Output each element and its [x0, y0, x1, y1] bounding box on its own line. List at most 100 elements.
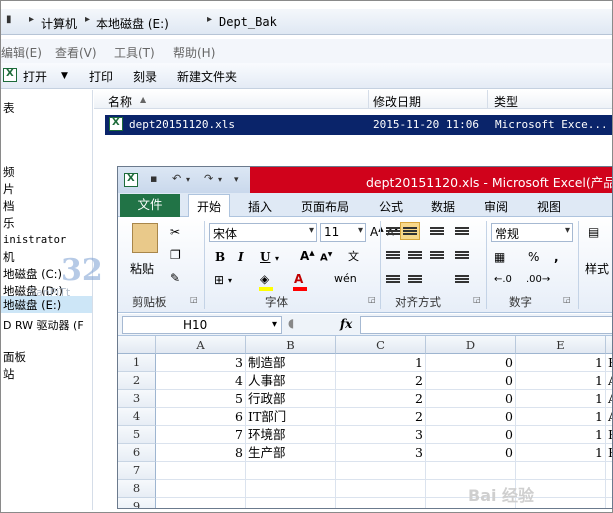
table-cell[interactable]: 3 — [156, 354, 246, 372]
row-header[interactable]: 2 — [118, 372, 156, 390]
file-row[interactable]: dept20151120.xls 2015-11-20 11:06 Micros… — [105, 115, 612, 135]
table-cell[interactable]: 生产部 — [246, 444, 336, 462]
tab-review[interactable]: 审阅 — [484, 198, 508, 215]
table-cell[interactable]: 2 — [336, 408, 426, 426]
table-cell[interactable]: A — [606, 372, 612, 390]
tab-view[interactable]: 视图 — [537, 198, 561, 215]
open-button[interactable]: 打开 — [23, 68, 47, 85]
table-cell[interactable] — [336, 498, 426, 508]
table-cell[interactable]: A — [606, 408, 612, 426]
italic-button[interactable]: I — [238, 250, 244, 264]
table-cell[interactable]: 1 — [516, 390, 606, 408]
table-cell[interactable]: 1 — [336, 354, 426, 372]
row-header[interactable]: 4 — [118, 408, 156, 426]
nav-item[interactable]: 档 — [1, 198, 15, 214]
table-cell[interactable]: 人事部 — [246, 372, 336, 390]
paste-button[interactable]: 粘贴 — [130, 260, 154, 277]
table-cell[interactable]: 2 — [336, 372, 426, 390]
select-all-corner[interactable] — [118, 336, 156, 354]
table-cell[interactable]: 1 — [516, 408, 606, 426]
comma-style-button[interactable]: , — [554, 250, 559, 264]
name-box[interactable]: H10 — [122, 316, 282, 334]
increase-decimal-icon[interactable]: ←.0 — [494, 274, 512, 285]
undo-icon[interactable]: ↶ — [172, 172, 181, 185]
table-cell[interactable]: 3 — [336, 426, 426, 444]
table-cell[interactable]: 0 — [426, 390, 516, 408]
format-painter-icon[interactable]: ✎ — [170, 271, 180, 285]
conditional-format-icon[interactable]: ▤ — [588, 225, 599, 239]
nav-item[interactable]: inistrator — [1, 234, 66, 246]
table-cell[interactable] — [336, 462, 426, 480]
table-cell[interactable] — [606, 498, 612, 508]
namebox-splitter-icon[interactable]: ◖ — [288, 316, 294, 330]
table-cell[interactable]: B — [606, 444, 612, 462]
column-header-f[interactable]: F — [606, 336, 612, 354]
table-cell[interactable]: IT部门 — [246, 408, 336, 426]
table-cell[interactable]: 2 — [336, 390, 426, 408]
table-cell[interactable]: 0 — [426, 444, 516, 462]
tab-file[interactable]: 文件 — [120, 194, 180, 217]
percent-button[interactable]: % — [528, 250, 539, 264]
breadcrumb-computer[interactable]: 计算机 — [41, 15, 77, 32]
grow-font-icon[interactable]: A▲ — [370, 225, 384, 239]
redo-dropdown-icon[interactable]: ▾ — [218, 175, 222, 184]
table-cell[interactable]: 1 — [516, 444, 606, 462]
number-format-select[interactable]: 常规 — [491, 223, 573, 242]
font-size-select[interactable]: 11 — [320, 223, 366, 242]
table-cell[interactable]: 0 — [426, 408, 516, 426]
row-header[interactable]: 8 — [118, 480, 156, 498]
address-bar[interactable]: ▮ ▸ 计算机 ▸ 本地磁盘 (E:) ▸ Dept_Bak — [1, 9, 612, 35]
table-cell[interactable]: 5 — [156, 390, 246, 408]
row-header[interactable]: 3 — [118, 390, 156, 408]
breadcrumb-dept-bak[interactable]: Dept_Bak — [219, 15, 277, 29]
table-cell[interactable]: 1 — [516, 426, 606, 444]
tab-home[interactable]: 开始 — [188, 194, 231, 218]
table-cell[interactable]: 1 — [516, 372, 606, 390]
column-header-e[interactable]: E — [516, 336, 606, 354]
customize-toolbar-icon[interactable]: ▾ — [234, 175, 239, 185]
table-cell[interactable]: 环境部 — [246, 426, 336, 444]
styles-button[interactable]: 样式 — [585, 260, 609, 277]
column-name[interactable]: 名称 — [108, 93, 132, 110]
tab-formulas[interactable]: 公式 — [379, 198, 403, 215]
table-cell[interactable]: A — [606, 390, 612, 408]
nav-item-drive-c[interactable]: 地磁盘 (C:) — [1, 266, 62, 282]
menu-help[interactable]: 帮助(H) — [173, 44, 215, 61]
paste-icon[interactable] — [132, 223, 158, 253]
nav-item[interactable]: 乐 — [1, 215, 15, 231]
table-cell[interactable] — [606, 480, 612, 498]
accounting-format-icon[interactable]: ▦ — [494, 250, 505, 264]
row-header[interactable]: 1 — [118, 354, 156, 372]
menu-edit[interactable]: 编辑(E) — [1, 44, 42, 61]
table-cell[interactable]: 6 — [156, 408, 246, 426]
row-header[interactable]: 5 — [118, 426, 156, 444]
table-cell[interactable] — [246, 462, 336, 480]
number-launcher-icon[interactable]: ◲ — [563, 295, 571, 304]
bold-button[interactable]: B — [215, 250, 225, 264]
underline-dropdown-icon[interactable]: ▾ — [275, 254, 279, 263]
align-top-icon[interactable] — [386, 227, 400, 239]
alignment-launcher-icon[interactable]: ◲ — [473, 295, 481, 304]
redo-icon[interactable]: ↷ — [204, 172, 213, 185]
table-cell[interactable]: 0 — [426, 354, 516, 372]
table-cell[interactable]: 0 — [426, 426, 516, 444]
table-cell[interactable]: B — [606, 354, 612, 372]
nav-item-control-panel[interactable]: 面板 — [1, 349, 26, 365]
copy-icon[interactable]: ❐ — [170, 248, 181, 262]
table-cell[interactable] — [156, 462, 246, 480]
phonetic-icon[interactable]: 文 — [348, 248, 359, 264]
table-cell[interactable] — [246, 498, 336, 508]
nav-item-dvd-drive[interactable]: D RW 驱动器 (F — [1, 317, 84, 333]
table-cell[interactable] — [426, 462, 516, 480]
align-left-icon[interactable] — [386, 251, 400, 263]
column-header-b[interactable]: B — [246, 336, 336, 354]
menu-tools[interactable]: 工具(T) — [114, 44, 155, 61]
table-cell[interactable]: 8 — [156, 444, 246, 462]
column-type[interactable]: 类型 — [494, 93, 518, 110]
print-button[interactable]: 打印 — [89, 68, 113, 85]
borders-icon[interactable]: ⊞ — [214, 273, 224, 287]
nav-item-recycle-bin[interactable]: 站 — [1, 366, 15, 382]
menu-view[interactable]: 查看(V) — [55, 44, 97, 61]
underline-button[interactable]: U — [260, 250, 270, 264]
nav-item[interactable]: 表 — [1, 100, 15, 116]
